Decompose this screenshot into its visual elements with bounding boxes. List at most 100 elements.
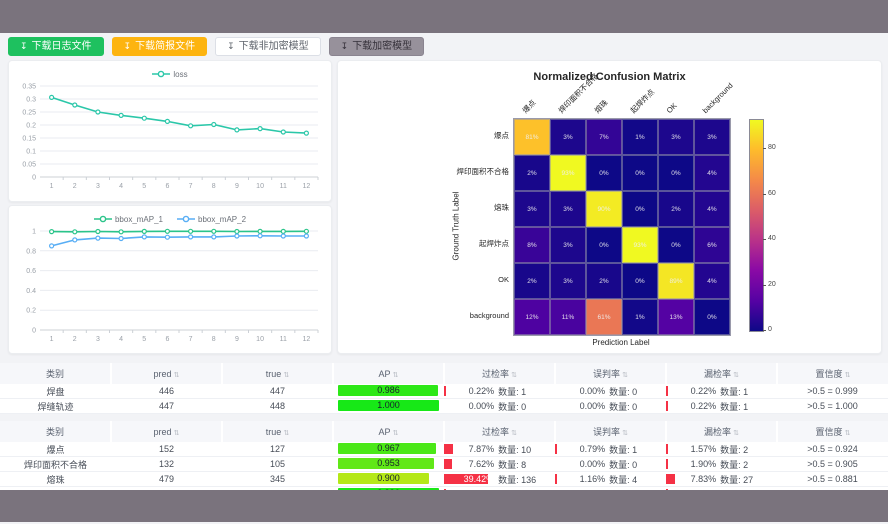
col-header-true[interactable]: true⇅ — [222, 421, 333, 442]
download-report-button[interactable]: ↧下载简报文件 — [112, 37, 208, 56]
svg-text:1: 1 — [50, 336, 54, 343]
sort-icon[interactable]: ⇅ — [622, 430, 628, 437]
col-header-confidence[interactable]: 置信度⇅ — [777, 421, 888, 442]
sort-icon[interactable]: ⇅ — [511, 430, 517, 437]
cm-cell-value: 4% — [707, 206, 716, 213]
sort-icon[interactable]: ⇅ — [845, 430, 851, 437]
cm-cell-value: 0% — [599, 242, 608, 249]
sort-icon[interactable]: ⇅ — [174, 372, 180, 379]
cm-cell-0-5: 3% — [694, 119, 730, 155]
col-header-misjudge-rate[interactable]: 误判率⇅ — [555, 363, 666, 384]
cell-confidence: >0.5 = 1.000 — [777, 399, 888, 414]
col-header-pred[interactable]: pred⇅ — [111, 363, 222, 384]
cm-cell-value: 12% — [525, 314, 538, 321]
col-header-ap[interactable]: AP⇅ — [333, 363, 444, 384]
sort-icon[interactable]: ⇅ — [393, 430, 399, 437]
rate-count: 数量: 27 — [720, 473, 776, 486]
sort-icon[interactable]: ⇅ — [733, 430, 739, 437]
cm-row-label-1: 焊印面积不合格 — [338, 154, 509, 190]
legend-marker-icon — [177, 215, 195, 223]
rate-percent: 0.22% — [667, 386, 720, 396]
legend-item-loss[interactable]: loss — [152, 70, 187, 79]
sort-icon[interactable]: ⇅ — [622, 372, 628, 379]
col-header-ap[interactable]: AP⇅ — [333, 421, 444, 442]
rate-percent: 0.22% — [445, 386, 498, 396]
legend-label: bbox_mAP_1 — [115, 215, 163, 224]
sort-icon[interactable]: ⇅ — [174, 430, 180, 437]
table-row: 焊缝轨迹4474481.0000.00%数量: 00.00%数量: 00.22%… — [0, 399, 888, 414]
colorbar-tick-label: 40 — [768, 235, 776, 242]
cm-cell-value: 90% — [597, 206, 610, 213]
svg-text:0: 0 — [32, 328, 36, 335]
sort-icon[interactable]: ⇅ — [283, 372, 289, 379]
svg-text:6: 6 — [165, 183, 169, 190]
col-header-label: 漏检率 — [704, 369, 731, 379]
loss-chart-panel: loss 00.050.10.150.20.250.30.35123456789… — [8, 60, 332, 202]
col-header-pred[interactable]: pred⇅ — [111, 421, 222, 442]
rate-count: 数量: 8 — [498, 458, 554, 471]
cell-overdetect-rate: 0.00%数量: 0 — [444, 399, 555, 414]
confusion-matrix-colorbar — [749, 119, 764, 332]
col-header-true[interactable]: true⇅ — [222, 363, 333, 384]
sort-icon[interactable]: ⇅ — [393, 372, 399, 379]
svg-text:6: 6 — [165, 336, 169, 343]
download-log-button[interactable]: ↧下载日志文件 — [8, 37, 104, 56]
col-header-label: AP — [379, 369, 391, 379]
bottom-window-bar — [0, 490, 888, 522]
cm-cell-1-0: 2% — [514, 155, 550, 191]
svg-text:0.8: 0.8 — [26, 248, 36, 255]
legend-marker-icon — [94, 215, 112, 223]
cm-cell-5-4: 13% — [658, 299, 694, 335]
svg-text:5: 5 — [142, 183, 146, 190]
sort-icon[interactable]: ⇅ — [733, 372, 739, 379]
colorbar-tick-mark — [763, 285, 766, 286]
metrics-table-1: 类别pred⇅true⇅AP⇅过检率⇅误判率⇅漏检率⇅置信度⇅焊盘4464470… — [0, 363, 888, 414]
cm-cell-0-3: 1% — [622, 119, 658, 155]
cm-cell-1-1: 93% — [550, 155, 586, 191]
col-header-misjudge-rate[interactable]: 误判率⇅ — [555, 421, 666, 442]
rate-count: 数量: 10 — [498, 443, 554, 456]
cell-class: 熔珠 — [0, 472, 111, 487]
download-icon: ↧ — [227, 37, 235, 56]
cm-cell-value: 61% — [597, 314, 610, 321]
cm-cell-3-4: 0% — [658, 227, 694, 263]
rate-percent: 7.83% — [667, 474, 720, 484]
cm-cell-value: 1% — [635, 134, 644, 141]
download-icon: ↧ — [20, 37, 28, 56]
col-header-overdetect-rate[interactable]: 过检率⇅ — [444, 363, 555, 384]
col-header-miss-rate[interactable]: 漏检率⇅ — [666, 363, 777, 384]
svg-text:0.6: 0.6 — [26, 268, 36, 275]
cm-cell-value: 3% — [527, 206, 536, 213]
legend-label: bbox_mAP_2 — [198, 215, 246, 224]
cell-pred: 479 — [111, 472, 222, 487]
sort-icon[interactable]: ⇅ — [511, 372, 517, 379]
rate-count: 数量: 0 — [609, 385, 665, 398]
cm-cell-1-3: 0% — [622, 155, 658, 191]
col-header-label: true — [266, 427, 282, 437]
button-label: 下载日志文件 — [32, 37, 92, 56]
cm-cell-value: 8% — [527, 242, 536, 249]
svg-text:4: 4 — [119, 183, 123, 190]
svg-text:10: 10 — [256, 183, 264, 190]
rate-percent: 0.22% — [667, 401, 720, 411]
col-header-miss-rate[interactable]: 漏检率⇅ — [666, 421, 777, 442]
cm-cell-2-2: 90% — [586, 191, 622, 227]
sort-icon[interactable]: ⇅ — [283, 430, 289, 437]
cm-cell-value: 3% — [671, 134, 680, 141]
svg-text:11: 11 — [280, 336, 287, 343]
sort-icon[interactable]: ⇅ — [845, 372, 851, 379]
col-header-confidence[interactable]: 置信度⇅ — [777, 363, 888, 384]
cell-ap: 1.000 — [333, 399, 444, 414]
cm-cell-value: 7% — [599, 134, 608, 141]
cm-cell-value: 13% — [669, 314, 682, 321]
cell-true: 345 — [222, 472, 333, 487]
colorbar-tick-label: 60 — [768, 190, 776, 197]
col-header-overdetect-rate[interactable]: 过检率⇅ — [444, 421, 555, 442]
cm-cell-2-4: 2% — [658, 191, 694, 227]
download-unencrypted-model-button[interactable]: ↧下载非加密模型 — [215, 37, 321, 56]
download-encrypted-model-button[interactable]: ↧下载加密模型 — [329, 37, 425, 56]
ap-value: 1.000 — [377, 400, 400, 410]
legend-item-bbox_mAP_2[interactable]: bbox_mAP_2 — [177, 215, 246, 224]
cm-cell-value: 3% — [563, 278, 572, 285]
legend-item-bbox_mAP_1[interactable]: bbox_mAP_1 — [94, 215, 163, 224]
